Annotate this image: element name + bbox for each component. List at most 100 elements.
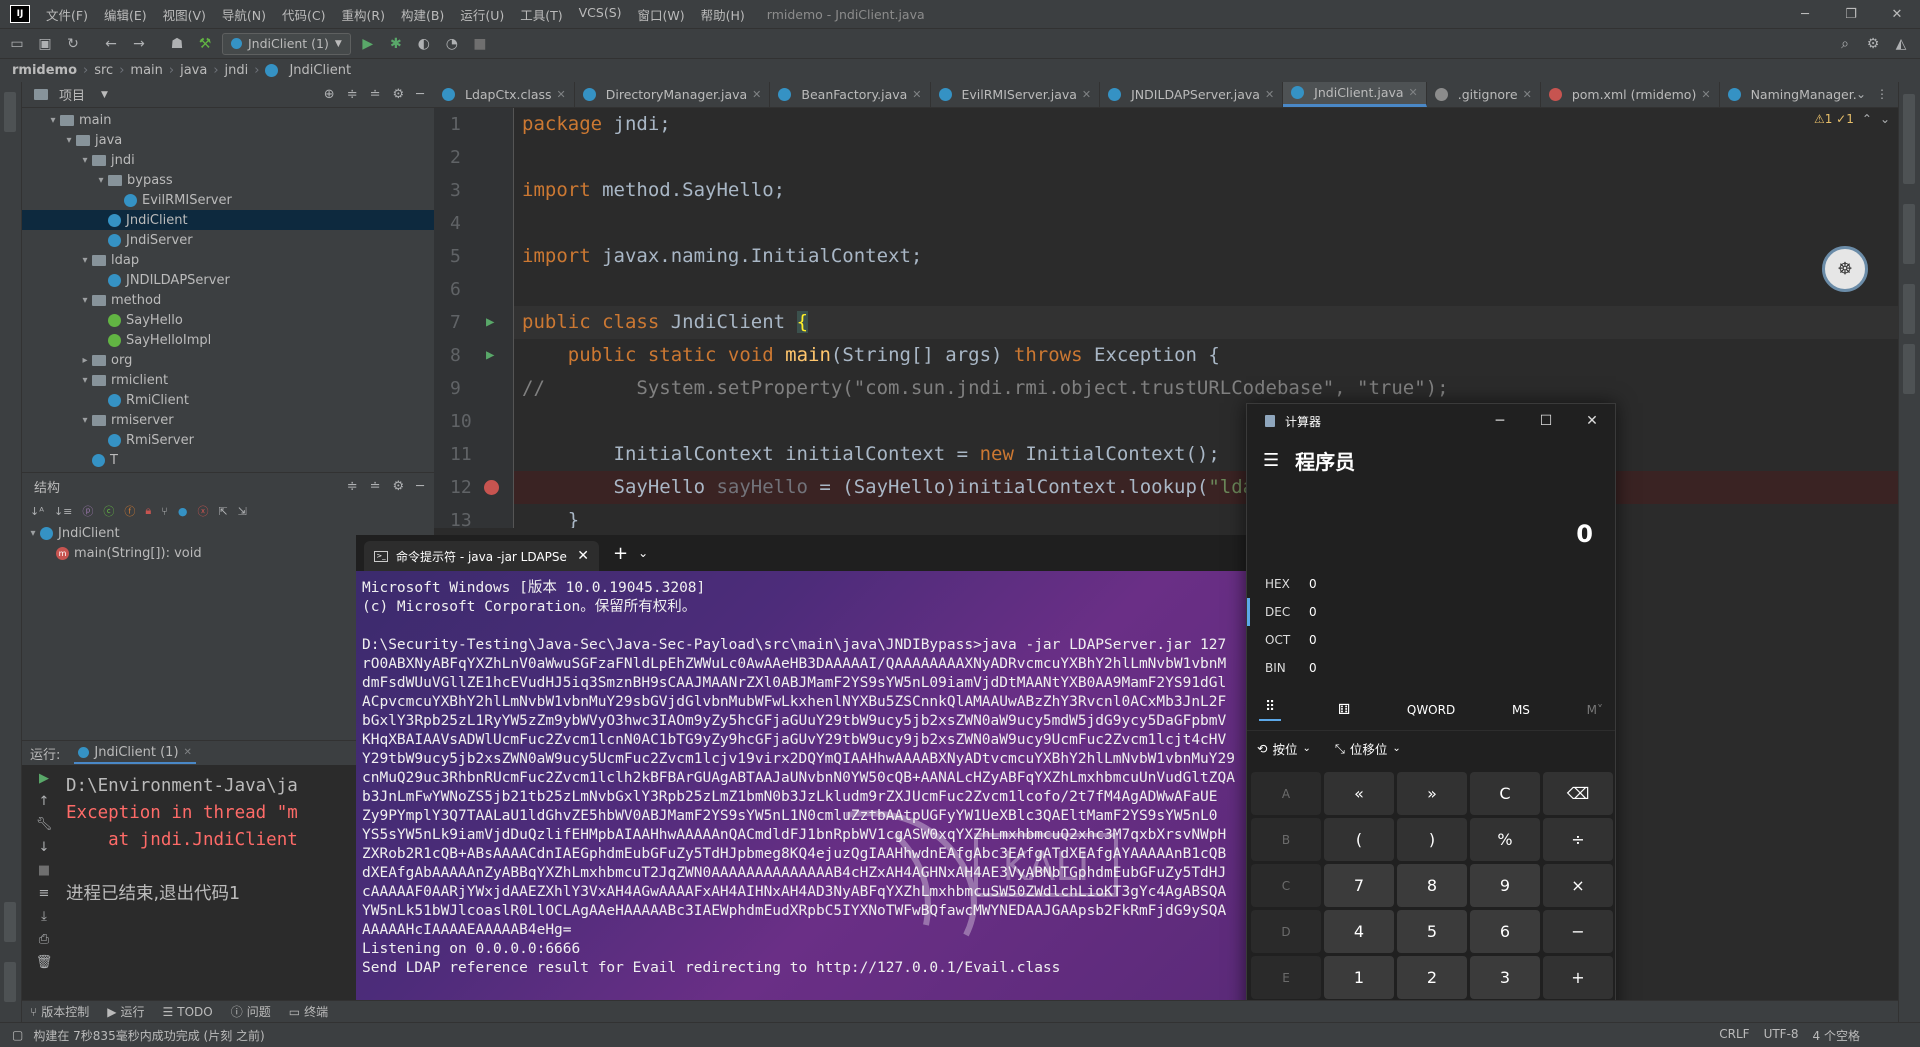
wrench-icon[interactable]: 🔧︎ — [36, 817, 53, 832]
memory-list-button[interactable]: M˅ — [1587, 703, 1603, 717]
expand-all-icon[interactable]: ≑ — [347, 87, 358, 102]
bottom-tab[interactable]: ▭ 终端 — [289, 1003, 328, 1020]
menu-item[interactable]: 窗口(W) — [630, 5, 693, 24]
new-tab-icon[interactable]: + — [613, 543, 628, 564]
forward-icon[interactable]: → — [128, 33, 150, 55]
locate-icon[interactable]: ⊕ — [324, 87, 335, 102]
chevron-down-icon[interactable]: ▾ — [78, 415, 92, 426]
property-icon[interactable]: ⓟ — [82, 503, 93, 519]
chevron-down-icon[interactable]: ▾ — [78, 255, 92, 266]
terminal-tab[interactable]: >_ 命令提示符 - java -jar LDAPSe ✕ — [364, 541, 599, 571]
close-icon[interactable]: ✕ — [1874, 7, 1920, 22]
calc-key[interactable]: 8 — [1397, 864, 1467, 907]
bottom-tab[interactable]: ▶ 运行 — [107, 1003, 144, 1020]
tree-node[interactable]: JndiClient — [22, 210, 434, 230]
code-editor[interactable]: package jndi; import method.SayHello; im… — [514, 108, 1898, 528]
calc-key[interactable]: ( — [1324, 818, 1394, 861]
debug-icon[interactable]: ✱ — [385, 33, 407, 55]
breadcrumb-item[interactable]: jndi — [225, 63, 249, 78]
calc-key[interactable]: C — [1470, 772, 1540, 815]
chevron-down-icon[interactable]: ▼ — [101, 90, 108, 100]
breakpoint-icon[interactable] — [484, 480, 499, 495]
tree-node[interactable]: ▸ org — [22, 350, 434, 370]
lambda-icon[interactable]: ⓧ — [197, 503, 208, 519]
chevron-right-icon[interactable]: ▸ — [78, 355, 92, 366]
coverage-icon[interactable]: ◐ — [413, 33, 435, 55]
editor-tab[interactable]: JNDILDAPServer.java ✕ — [1100, 82, 1284, 107]
menu-item[interactable]: 导航(N) — [214, 5, 274, 24]
chevron-down-icon[interactable]: ▾ — [78, 295, 92, 306]
field-filter-icon[interactable]: ⓕ — [124, 503, 135, 519]
chevron-down-icon[interactable]: ▾ — [94, 175, 108, 186]
tree-node[interactable]: JNDILDAPServer — [22, 270, 434, 290]
up-arrow-icon[interactable]: ↑ — [39, 794, 50, 809]
close-icon[interactable]: ✕ — [1409, 86, 1418, 99]
radix-row[interactable]: HEX 0 — [1247, 570, 1615, 598]
sort-visibility-icon[interactable]: ↓≡ — [54, 505, 72, 518]
more-actions-icon[interactable]: ⋮ — [1876, 87, 1888, 101]
minimize-icon[interactable]: ─ — [1477, 413, 1523, 429]
close-icon[interactable]: ✕ — [184, 747, 192, 758]
calc-key[interactable]: E — [1251, 956, 1321, 999]
chevron-down-icon[interactable]: ▾ — [62, 135, 76, 146]
restore-icon[interactable]: ❐ — [1828, 7, 1874, 22]
project-tool-icon[interactable] — [4, 92, 16, 132]
collapse-all-icon[interactable]: ≐ — [370, 479, 381, 494]
breadcrumb-item[interactable]: JndiClient — [289, 63, 351, 78]
close-icon[interactable]: ✕ — [1569, 413, 1615, 429]
status-item[interactable]: CRLF — [1719, 1027, 1749, 1044]
calc-key[interactable]: 4 — [1324, 910, 1394, 953]
calc-key[interactable]: « — [1324, 772, 1394, 815]
calc-key[interactable]: » — [1397, 772, 1467, 815]
maven-icon[interactable] — [1903, 204, 1915, 264]
tree-node[interactable]: SayHelloImpl — [22, 330, 434, 350]
menu-item[interactable]: 帮助(H) — [693, 5, 753, 24]
bitwise-dropdown[interactable]: ⟲ 按位 ⌄ — [1257, 739, 1311, 758]
tree-node[interactable]: ▾ main — [22, 110, 434, 130]
breadcrumb-item[interactable]: main — [130, 63, 162, 78]
calc-key[interactable]: 2 — [1397, 956, 1467, 999]
tree-node[interactable]: EvilRMIServer — [22, 190, 434, 210]
hide-icon[interactable]: ─ — [416, 479, 424, 494]
scroll-to-end-icon[interactable]: ⤓ — [41, 909, 47, 924]
bit-toggle-keypad-icon[interactable]: ⚅ — [1338, 702, 1350, 718]
menu-item[interactable]: 运行(U) — [452, 5, 512, 24]
calc-key[interactable]: 7 — [1324, 864, 1394, 907]
tree-node[interactable]: ▾ rmiserver — [22, 410, 434, 430]
build-hammer-icon[interactable]: ⚒ — [194, 33, 216, 55]
calc-key[interactable]: 6 — [1470, 910, 1540, 953]
close-icon[interactable]: ✕ — [912, 88, 921, 101]
tree-node[interactable]: ▾ bypass — [22, 170, 434, 190]
tree-node[interactable]: T — [22, 450, 434, 470]
tree-node[interactable]: SayHello — [22, 310, 434, 330]
close-icon[interactable]: ✕ — [577, 548, 589, 564]
hamburger-menu-icon[interactable]: ☰ — [1263, 450, 1279, 471]
github-copilot-icon[interactable] — [1903, 94, 1915, 184]
calc-key[interactable]: D — [1251, 910, 1321, 953]
menu-item[interactable]: 编辑(E) — [96, 5, 155, 24]
editor-tab[interactable]: DirectoryManager.java ✕ — [575, 82, 771, 107]
tree-node[interactable]: RmiClient — [22, 390, 434, 410]
autoscroll-from-source-icon[interactable]: ⇲ — [238, 505, 247, 518]
autoscroll-to-source-icon[interactable]: ⇱ — [218, 505, 227, 518]
sync-icon[interactable]: ↻ — [62, 33, 84, 55]
chevron-down-icon[interactable]: ▾ — [46, 115, 60, 126]
bottom-tab[interactable]: ☰ TODO — [162, 1005, 212, 1019]
bottom-tab[interactable]: ⑂ 版本控制 — [30, 1003, 89, 1020]
menu-item[interactable]: 视图(V) — [155, 5, 214, 24]
calc-key[interactable]: B — [1251, 818, 1321, 861]
memory-store-button[interactable]: MS — [1512, 703, 1530, 717]
calc-key[interactable]: ⌫ — [1543, 772, 1613, 815]
trash-icon[interactable]: 🗑︎ — [36, 955, 53, 970]
hide-icon[interactable]: ─ — [416, 87, 424, 102]
tree-node[interactable]: ▾ rmiclient — [22, 370, 434, 390]
status-layout-icon[interactable]: ▢ — [12, 1028, 23, 1042]
close-icon[interactable]: ✕ — [752, 88, 761, 101]
close-icon[interactable]: ✕ — [1701, 88, 1710, 101]
chevron-down-icon[interactable]: ⌄ — [638, 546, 648, 560]
tree-node[interactable]: ▾ java — [22, 130, 434, 150]
run-icon[interactable]: ▶ — [357, 33, 379, 55]
breadcrumb-item[interactable]: src — [94, 63, 113, 78]
database-icon[interactable] — [1903, 284, 1915, 334]
tree-node[interactable]: ▾ method — [22, 290, 434, 310]
